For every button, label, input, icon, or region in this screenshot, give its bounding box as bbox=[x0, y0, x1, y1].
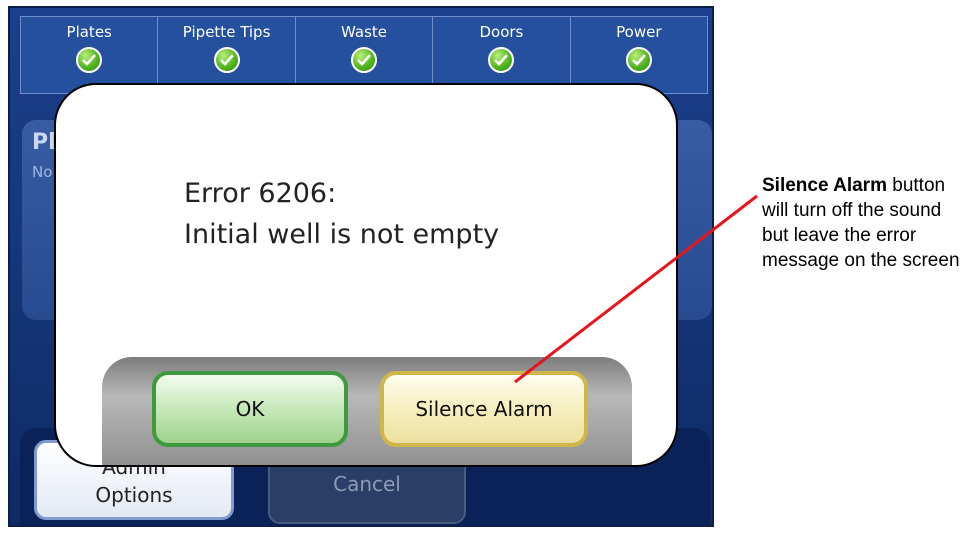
callout-title: Silence Alarm bbox=[762, 175, 887, 196]
annotation-callout: Silence Alarm button will turn off the s… bbox=[762, 173, 972, 273]
